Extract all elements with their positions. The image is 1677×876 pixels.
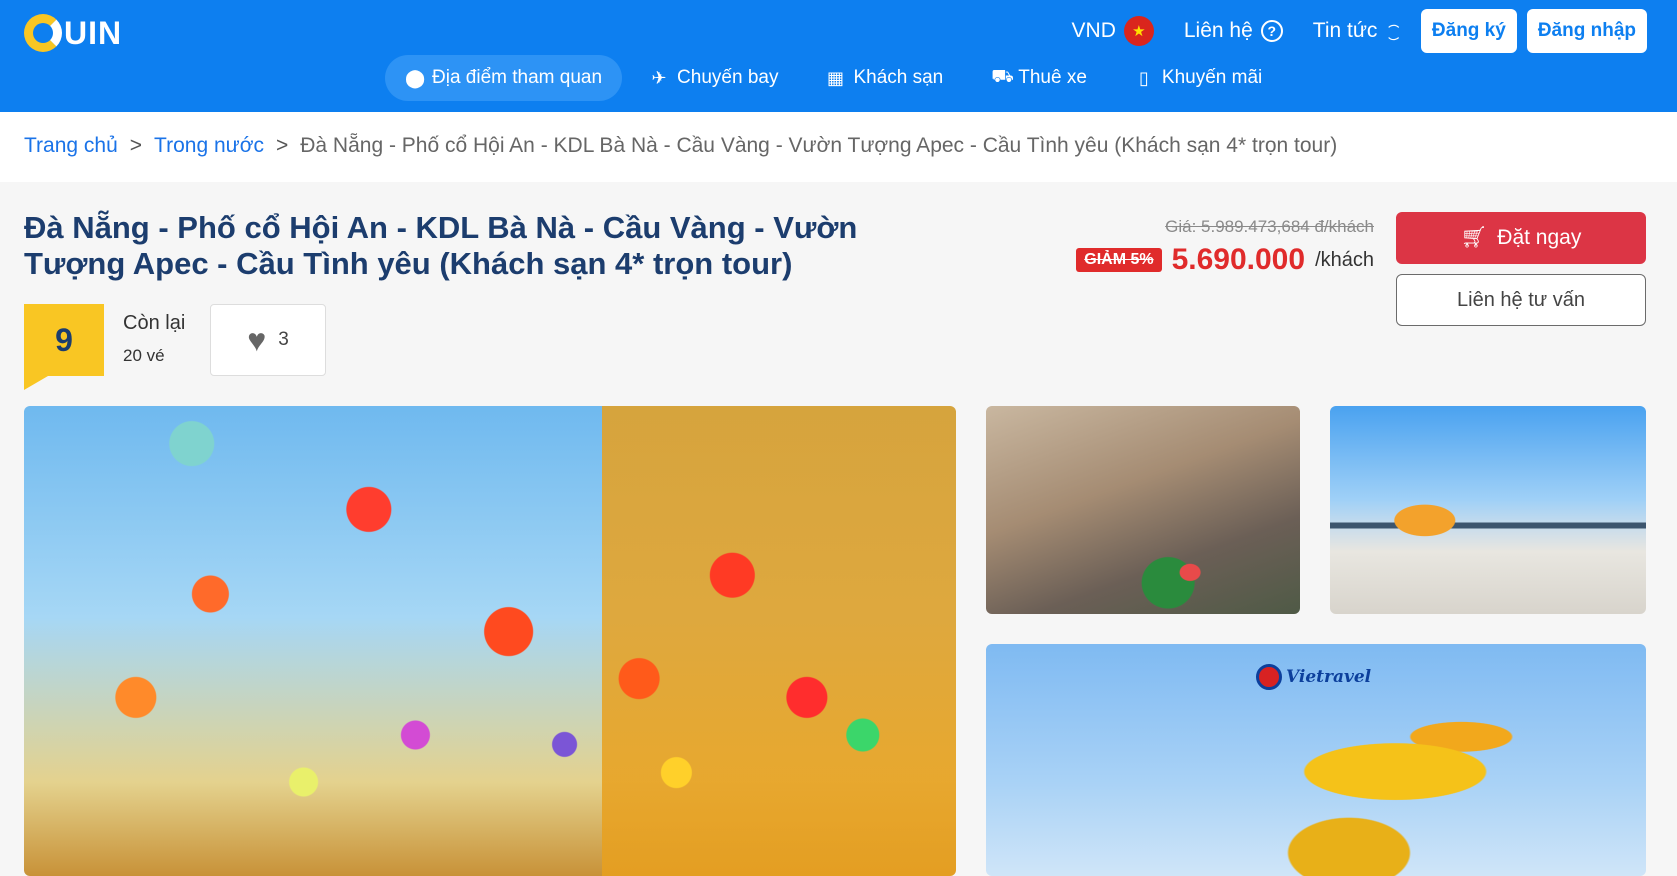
logo-q-mark xyxy=(24,14,62,52)
breadcrumb-bar: Trang chủ > Trong nước > Đà Nẵng - Phố c… xyxy=(0,112,1677,182)
nav-item-attractions[interactable]: ⬤ Địa điểm tham quan xyxy=(385,55,623,101)
gallery-image-dragon-bridge[interactable] xyxy=(1330,406,1646,614)
nav-label: Khuyến mãi xyxy=(1161,67,1263,88)
main-nav: ⬤ Địa điểm tham quan ✈ Chuyến bay ▦ Khác… xyxy=(385,55,1290,101)
cart-icon: 🛒︎ xyxy=(1460,226,1488,249)
like-count: 3 xyxy=(278,329,289,350)
top-navbar: UIN VND ★ Liên hệ ? Tin tức ◟◝ Đăng ký Đ… xyxy=(0,0,1677,112)
price-unit: /khách xyxy=(1315,248,1374,271)
breadcrumb-category[interactable]: Trong nước xyxy=(154,134,264,158)
price-block: Giá: 5.989.473,684 đ/khách GIẢM 5% 5.690… xyxy=(1076,217,1374,277)
breadcrumb-separator: > xyxy=(129,134,143,157)
discount-badge: GIẢM 5% xyxy=(1076,248,1162,272)
login-button[interactable]: Đăng nhập xyxy=(1526,9,1647,53)
nav-item-flights[interactable]: ✈ Chuyến bay xyxy=(630,55,798,101)
consult-button[interactable]: Liên hệ tư vấn xyxy=(1396,274,1646,326)
bookmark-icon: ▯ xyxy=(1138,67,1149,88)
gallery-image-dragon-statue[interactable]: Vietravel xyxy=(986,644,1646,876)
vietravel-logo-icon xyxy=(1256,664,1282,690)
register-button[interactable]: Đăng ký xyxy=(1420,9,1517,53)
nav-item-hotels[interactable]: ▦ Khách sạn xyxy=(806,55,963,101)
broadcast-icon: ◟◝ xyxy=(1380,18,1407,45)
nav-label: Địa điểm tham quan xyxy=(432,67,603,88)
nav-label: Thuê xe xyxy=(1018,67,1087,88)
old-price: Giá: 5.989.473,684 đ/khách xyxy=(1165,217,1374,236)
rating-score-badge: 9 xyxy=(24,304,104,376)
price-row: GIẢM 5% 5.690.000 /khách xyxy=(1076,243,1374,277)
airplane-icon: ✈ xyxy=(651,67,667,88)
question-circle-icon: ? xyxy=(1260,20,1283,42)
gallery-image-ba-na-hills[interactable] xyxy=(986,406,1300,614)
nav-label: Khách sạn xyxy=(853,67,944,88)
nav-item-promotions[interactable]: ▯ Khuyến mãi xyxy=(1115,55,1282,101)
news-link[interactable]: Tin tức ◟◝ xyxy=(1312,18,1407,45)
vietravel-watermark: Vietravel xyxy=(1256,664,1371,690)
hotel-icon: ▦ xyxy=(826,67,844,88)
nav-label: Chuyến bay xyxy=(677,67,779,88)
location-pin-icon: ⬤ xyxy=(405,67,426,88)
nav-item-car-rental[interactable]: ⛟ Thuê xe xyxy=(971,55,1107,101)
current-price: 5.690.000 xyxy=(1171,243,1306,276)
currency-label: VND xyxy=(1071,19,1116,42)
remaining-label: Còn lại xyxy=(123,312,186,334)
breadcrumb: Trang chủ > Trong nước > Đà Nẵng - Phố c… xyxy=(24,134,1337,158)
contact-link[interactable]: Liên hệ ? xyxy=(1184,19,1283,43)
remaining-count: 20 vé xyxy=(123,346,165,365)
vietnam-flag-icon: ★ xyxy=(1123,16,1154,46)
vietravel-text: Vietravel xyxy=(1286,667,1372,687)
heart-icon: ♥ xyxy=(247,322,267,358)
gallery-main-image-hoi-an-lanterns[interactable] xyxy=(24,406,956,876)
book-now-label: Đặt ngay xyxy=(1497,226,1582,249)
car-icon: ⛟ xyxy=(991,66,1014,86)
rating-badge-tail xyxy=(24,376,48,390)
site-logo[interactable]: UIN xyxy=(24,10,122,56)
tour-title: Đà Nẵng - Phố cổ Hội An - KDL Bà Nà - Cầ… xyxy=(24,210,858,281)
book-now-button[interactable]: 🛒︎ Đặt ngay xyxy=(1396,212,1646,264)
breadcrumb-separator: > xyxy=(275,134,289,157)
breadcrumb-current: Đà Nẵng - Phố cổ Hội An - KDL Bà Nà - Cầ… xyxy=(300,134,1338,157)
top-right-menu: VND ★ Liên hệ ? Tin tức ◟◝ Đăng ký Đăng … xyxy=(1072,9,1647,53)
news-label: Tin tức xyxy=(1312,19,1378,42)
like-button[interactable]: ♥ 3 xyxy=(210,304,326,376)
contact-label: Liên hệ xyxy=(1183,19,1253,42)
breadcrumb-home[interactable]: Trang chủ xyxy=(24,134,118,158)
remaining-tickets: Còn lại 20 vé xyxy=(123,312,185,366)
logo-text: UIN xyxy=(64,14,123,51)
currency-selector[interactable]: VND ★ xyxy=(1072,16,1154,46)
